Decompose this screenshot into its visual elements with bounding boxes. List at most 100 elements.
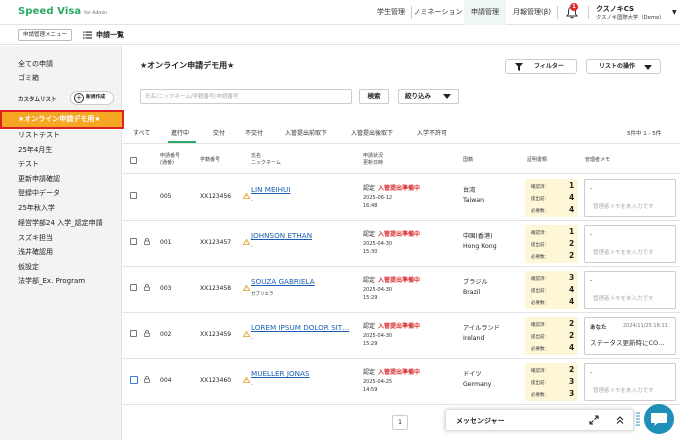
update-datetime: 2025-04-30 15:29 — [363, 333, 393, 347]
tab-not-issued[interactable]: 不交付 — [245, 128, 263, 137]
row-checkbox[interactable] — [130, 192, 137, 199]
admin-memo[interactable]: - 管理者メモを未入力です — [584, 363, 676, 401]
memo-date: 2024/11/25 18:11 — [623, 323, 668, 329]
tab-issued[interactable]: 交付 — [213, 128, 225, 137]
nav-tab-nomination[interactable]: ノミネーション — [412, 0, 464, 25]
docs-required: 4 — [569, 297, 575, 306]
sub-header: 申請管理メニュー 申請一覧 — [0, 25, 680, 45]
admin-memo[interactable]: あなた 2024/11/25 18:11 ステータス更新時にCO… — [584, 317, 676, 355]
admin-memo[interactable]: - 管理者メモを未入力です — [584, 179, 676, 217]
nickname: ガブリエラ — [251, 292, 274, 297]
docs-required: 4 — [569, 343, 575, 352]
student-name-link[interactable]: JOHNSON ETHAN — [251, 231, 312, 240]
sidebar-item[interactable]: 法学部_Ex. Program — [18, 276, 85, 286]
tab-in-progress[interactable]: 進行中 — [171, 128, 189, 137]
memo-author: あなた — [590, 325, 607, 331]
sidebar-item[interactable]: 仮設定 — [18, 262, 39, 272]
student-number: XX123458 — [200, 285, 232, 292]
sidebar-item[interactable]: 浅井確認用 — [18, 247, 53, 257]
status: 認定 入管提出準備中 — [363, 185, 421, 192]
student-name-link[interactable]: LOREM IPSUM DOLOR SIT… — [251, 323, 349, 332]
row-checkbox[interactable] — [130, 284, 137, 291]
nationality: 台湾 Taiwan — [463, 187, 485, 204]
nav-tab-students[interactable]: 学生管理 — [372, 0, 410, 25]
document-counts: 確認済： 提出前： 必要数： 2 2 4 — [525, 317, 578, 355]
lock-icon — [144, 376, 150, 383]
memo-placeholder: 管理者メモを未入力です — [593, 250, 654, 256]
lock-icon — [144, 330, 150, 337]
docs-confirmed: 3 — [569, 273, 575, 282]
nationality: ドイツ Germany — [463, 371, 492, 388]
search-input[interactable] — [140, 89, 352, 104]
sidebar-item-trash[interactable]: ゴミ箱 — [18, 73, 39, 83]
lock-icon — [144, 284, 150, 291]
document-counts: 確認済： 提出前： 必要数： 1 4 4 — [525, 179, 578, 217]
app-logo[interactable]: Speed Visa for Admin — [18, 6, 107, 17]
docs-pending: 4 — [569, 285, 575, 294]
sidebar-item[interactable]: テスト — [18, 159, 39, 169]
docs-pending: 2 — [569, 331, 575, 340]
student-name-link[interactable]: LIN MEIHUI — [251, 185, 290, 194]
memo-placeholder: 管理者メモを未入力です — [593, 296, 654, 302]
app-number: 003 — [160, 285, 172, 292]
sidebar-item[interactable]: 25年秋入学 — [18, 203, 55, 213]
page-button[interactable]: 1 — [392, 415, 408, 430]
row-checkbox[interactable] — [130, 238, 137, 245]
caret-down-icon — [443, 94, 451, 99]
search-button[interactable]: 検索 — [359, 89, 389, 104]
drag-handle-icon[interactable] — [636, 412, 640, 426]
sidebar-item[interactable]: 25年4月生 — [18, 145, 52, 155]
user-org: クスノキ国際大学（Demo） — [596, 15, 665, 21]
admin-memo[interactable]: - 管理者メモを未入力です — [584, 271, 676, 309]
page-section-title: 申請一覧 — [96, 31, 124, 39]
sidebar-item[interactable]: スズキ担当 — [18, 233, 53, 243]
document-counts: 確認済： 提出前： 必要数： 1 2 2 — [525, 225, 578, 263]
nickname: - — [251, 337, 253, 342]
sidebar-item[interactable]: リストテスト — [18, 130, 60, 140]
expand-icon[interactable] — [589, 415, 599, 425]
update-datetime: 2025-04-30 15:30 — [363, 241, 393, 255]
student-name-link[interactable]: SOUZA GABRIELA — [251, 277, 315, 286]
chevron-up-icon[interactable] — [615, 415, 625, 425]
status-detail: 入管提出準備中 — [378, 231, 421, 238]
filter-button[interactable]: フィルター — [505, 59, 577, 74]
status-detail: 入管提出準備中 — [378, 323, 421, 330]
student-name-link[interactable]: MUELLER JONAS — [251, 369, 309, 378]
nav-tab-applications[interactable]: 申請管理 — [464, 0, 506, 25]
update-datetime: 2025-04-25 14:59 — [363, 379, 393, 393]
nickname: - — [251, 245, 253, 250]
tab-not-admitted[interactable]: 入学不許可 — [417, 128, 447, 137]
admin-memo[interactable]: - 管理者メモを未入力です — [584, 225, 676, 263]
sidebar-item[interactable]: 経営学部24 入学_認定申請 — [18, 218, 103, 228]
nationality: ブラジル Brazil — [463, 279, 488, 296]
sidebar: 全ての申請 ゴミ箱 カスタムリスト 新規作成 + ★オンライン申請デモ用★ リス… — [0, 46, 124, 440]
sidebar-item-all[interactable]: 全ての申請 — [18, 59, 53, 69]
messenger-panel[interactable]: メッセンジャー — [445, 409, 634, 431]
table-row[interactable]: 005 XX123456 LIN MEIHUI - 認定 入管提出準備中 2025-06-1… — [123, 175, 680, 221]
tab-withdraw-before[interactable]: 入管提出前取下 — [285, 128, 327, 137]
document-counts: 確認済： 提出前： 必要数： 2 3 3 — [525, 363, 578, 401]
docs-confirmed: 2 — [569, 365, 575, 374]
update-datetime: 2025-04-30 15:29 — [363, 287, 393, 301]
status: 認定 入管提出準備中 — [363, 369, 421, 376]
table-row[interactable]: 003 XX123458 SOUZA GABRIELA ガブリエラ 認定 入管提出準備中 2… — [123, 267, 680, 313]
memo-placeholder: 管理者メモを未入力です — [593, 388, 654, 394]
chat-button[interactable] — [644, 404, 674, 434]
row-checkbox[interactable] — [130, 376, 138, 384]
sidebar-item[interactable]: 登録中データ — [18, 188, 60, 198]
tab-all[interactable]: すべて — [133, 128, 150, 137]
tab-withdraw-after[interactable]: 入管提出後取下 — [351, 128, 393, 137]
select-all-checkbox[interactable] — [130, 157, 137, 164]
row-checkbox[interactable] — [130, 330, 137, 337]
memo-text: ステータス更新時にCO… — [590, 339, 665, 347]
chevron-down-icon[interactable]: ▼ — [672, 9, 677, 16]
application-menu-button[interactable]: 申請管理メニュー — [18, 29, 73, 41]
sidebar-item[interactable]: 更新申請確認 — [18, 174, 60, 184]
warning-icon — [242, 284, 251, 292]
sidebar-item-active[interactable]: ★オンライン申請デモ用★ — [0, 110, 124, 129]
table-row[interactable]: 001 XX123457 JOHNSON ETHAN - 認定 入管提出準備中 2025-0… — [123, 221, 680, 267]
nav-tab-monthly[interactable]: 月報管理(β) — [508, 0, 556, 25]
table-row[interactable]: 004 XX123460 MUELLER JONAS - 認定 入管提出準備中 2025-0… — [123, 359, 680, 405]
update-datetime: 2025-06-12 16:48 — [363, 195, 393, 209]
table-row[interactable]: 002 XX123459 LOREM IPSUM DOLOR SIT… - 認定 入管提出… — [123, 313, 680, 359]
